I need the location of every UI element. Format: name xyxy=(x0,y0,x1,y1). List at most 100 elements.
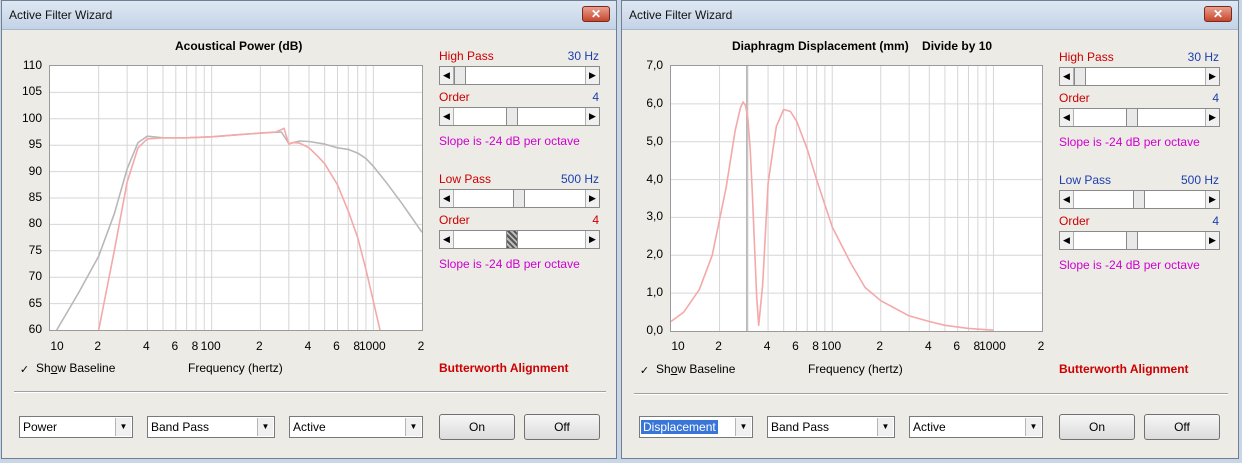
alignment-label: Butterworth Alignment xyxy=(439,361,569,375)
slider-right-arrow-icon[interactable]: ▶ xyxy=(585,231,599,248)
on-button[interactable]: On xyxy=(1059,414,1135,440)
y-tick-label: 60 xyxy=(28,322,42,336)
slider-thumb[interactable] xyxy=(454,67,466,84)
low-pass-slope: Slope is -24 dB per octave xyxy=(1059,258,1200,272)
x-tick-label: 10 xyxy=(50,339,64,353)
slider-left-arrow-icon[interactable]: ◀ xyxy=(440,67,454,84)
slider-left-arrow-icon[interactable]: ◀ xyxy=(1060,232,1074,249)
x-tick-label: 4 xyxy=(763,339,771,353)
displacement-plot xyxy=(670,65,1043,332)
slider-left-arrow-icon[interactable]: ◀ xyxy=(440,231,454,248)
x-tick-label: 6 xyxy=(333,339,340,353)
circuit-combo-value: Active xyxy=(293,420,326,434)
high-pass-order-slider[interactable]: ◀ ▶ xyxy=(439,107,600,126)
y-tick-label: 85 xyxy=(28,190,42,204)
slider-thumb[interactable] xyxy=(506,108,518,125)
high-pass-order-label: Order xyxy=(1059,91,1090,105)
y-tick-label: 105 xyxy=(21,84,42,99)
x-tick-label: 2 xyxy=(876,339,884,353)
high-pass-slope: Slope is -24 dB per octave xyxy=(1059,135,1200,149)
x-tick-label: 6 xyxy=(792,339,799,353)
slider-right-arrow-icon[interactable]: ▶ xyxy=(585,108,599,125)
y-tick-label: 0,0 xyxy=(646,323,663,337)
high-pass-slider[interactable]: ◀ ▶ xyxy=(1059,67,1220,86)
high-pass-label: High Pass xyxy=(1059,50,1114,64)
x-tick-label: 10 xyxy=(671,339,685,353)
slider-right-arrow-icon[interactable]: ▶ xyxy=(1205,232,1219,249)
high-pass-order-value: 4 xyxy=(592,90,599,104)
y-tick-label: 75 xyxy=(28,242,42,257)
low-pass-order-slider[interactable]: ◀ ▶ xyxy=(439,230,600,249)
slider-right-arrow-icon[interactable]: ▶ xyxy=(585,190,599,207)
low-pass-slider[interactable]: ◀ ▶ xyxy=(1059,190,1220,209)
off-button[interactable]: Off xyxy=(524,414,600,440)
x-tick-label: 4 xyxy=(924,339,932,353)
mode-combo[interactable]: Power ▼ xyxy=(19,416,133,438)
slider-left-arrow-icon[interactable]: ◀ xyxy=(440,108,454,125)
close-button[interactable]: ✕ xyxy=(1204,6,1232,22)
dropdown-arrow-icon[interactable]: ▼ xyxy=(115,418,131,436)
slider-right-arrow-icon[interactable]: ▶ xyxy=(1205,191,1219,208)
close-button[interactable]: ✕ xyxy=(582,6,610,22)
y-tick-label: 65 xyxy=(28,295,42,310)
high-pass-label: High Pass xyxy=(439,49,494,63)
series-line-0 xyxy=(56,131,422,330)
circuit-combo[interactable]: Active ▼ xyxy=(289,416,423,438)
low-pass-slider[interactable]: ◀ ▶ xyxy=(439,189,600,208)
mode-combo[interactable]: Displacement ▼ xyxy=(639,416,753,438)
filter-type-combo[interactable]: Band Pass ▼ xyxy=(147,416,275,438)
slider-left-arrow-icon[interactable]: ◀ xyxy=(1060,68,1074,85)
slider-left-arrow-icon[interactable]: ◀ xyxy=(1060,191,1074,208)
low-pass-label: Low Pass xyxy=(1059,173,1112,187)
x-tick-label: 2 xyxy=(715,339,722,353)
slider-thumb[interactable] xyxy=(513,190,525,207)
low-pass-value: 500 Hz xyxy=(1180,173,1219,187)
dropdown-arrow-icon[interactable]: ▼ xyxy=(405,418,421,436)
x-tick-label: 1000 xyxy=(979,339,1006,353)
y-tick-label: 1,0 xyxy=(646,285,663,300)
power-plot xyxy=(49,65,423,331)
y-tick-label: 5,0 xyxy=(646,133,663,148)
x-tick-label: 2 xyxy=(417,339,425,353)
slider-thumb[interactable] xyxy=(1074,68,1086,85)
filter-wizard-window-right: Active Filter Wizard ✕ Diaphragm Displac… xyxy=(621,0,1239,459)
slider-thumb[interactable] xyxy=(1133,191,1145,208)
slider-thumb[interactable] xyxy=(506,231,518,248)
x-tick-label: 1000 xyxy=(358,339,386,353)
checkmark-icon[interactable]: ✓ xyxy=(19,365,30,376)
x-axis-label: Frequency (hertz) xyxy=(808,362,903,376)
high-pass-order-slider[interactable]: ◀ ▶ xyxy=(1059,108,1220,127)
slider-right-arrow-icon[interactable]: ▶ xyxy=(1205,68,1219,85)
filter-type-combo[interactable]: Band Pass ▼ xyxy=(767,416,895,438)
slider-left-arrow-icon[interactable]: ◀ xyxy=(440,190,454,207)
off-button[interactable]: Off xyxy=(1144,414,1220,440)
slider-thumb[interactable] xyxy=(1126,232,1138,249)
x-tick-label: 2 xyxy=(94,339,101,353)
show-baseline-checkbox[interactable]: ✓ Show Baseline xyxy=(19,361,116,376)
low-pass-order-slider[interactable]: ◀ ▶ xyxy=(1059,231,1220,250)
circuit-combo-value: Active xyxy=(913,420,946,434)
slider-thumb[interactable] xyxy=(1126,109,1138,126)
x-axis-label: Frequency (hertz) xyxy=(188,361,283,375)
slider-left-arrow-icon[interactable]: ◀ xyxy=(1060,109,1074,126)
slider-right-arrow-icon[interactable]: ▶ xyxy=(1205,109,1219,126)
on-button[interactable]: On xyxy=(439,414,515,440)
slider-right-arrow-icon[interactable]: ▶ xyxy=(585,67,599,84)
circuit-combo[interactable]: Active ▼ xyxy=(909,416,1043,438)
dropdown-arrow-icon[interactable]: ▼ xyxy=(1025,418,1041,436)
y-tick-label: 110 xyxy=(22,58,42,72)
x-tick-label: 2 xyxy=(255,339,263,353)
dropdown-arrow-icon[interactable]: ▼ xyxy=(877,418,893,436)
high-pass-slider[interactable]: ◀ ▶ xyxy=(439,66,600,85)
show-baseline-label-prefix: Sh xyxy=(656,362,671,376)
show-baseline-checkbox[interactable]: ✓ Show Baseline xyxy=(639,362,736,377)
dropdown-arrow-icon[interactable]: ▼ xyxy=(735,418,751,436)
chart-title: Acoustical Power (dB) xyxy=(175,39,303,53)
dropdown-arrow-icon[interactable]: ▼ xyxy=(257,418,273,436)
x-tick-label: 4 xyxy=(142,339,150,353)
checkmark-icon[interactable]: ✓ xyxy=(639,366,650,377)
low-pass-order-label: Order xyxy=(1059,214,1090,228)
x-tick-label: 4 xyxy=(304,339,312,353)
displacement-chart-svg xyxy=(671,66,1042,331)
high-pass-value: 30 Hz xyxy=(567,49,599,63)
